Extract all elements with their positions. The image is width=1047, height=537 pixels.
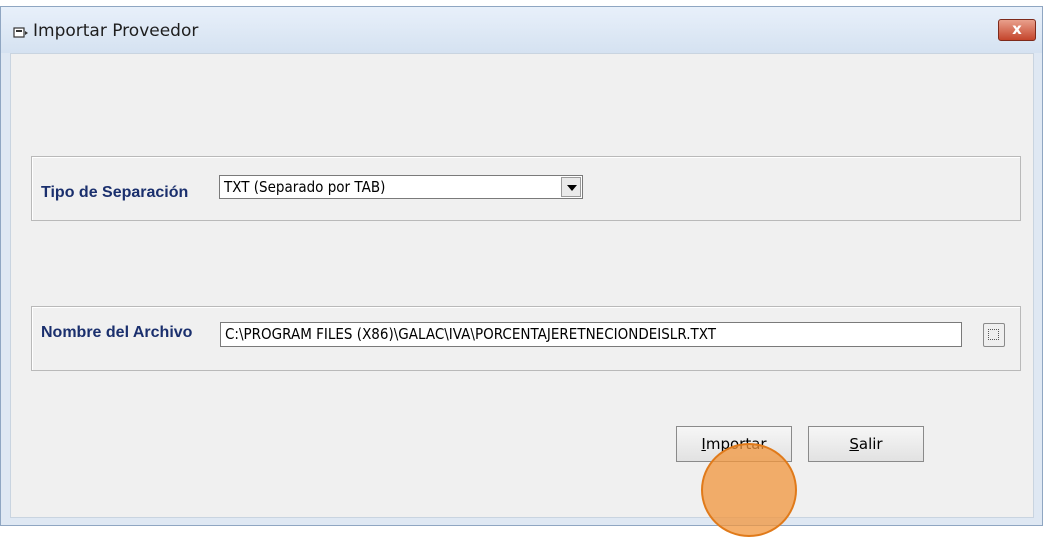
file-name-label: Nombre del Archivo: [41, 324, 193, 341]
window-title: Importar Proveedor: [33, 21, 199, 41]
separation-type-select[interactable]: TXT (Separado por TAB): [219, 175, 583, 199]
title-bar[interactable]: Importar Proveedor x: [1, 7, 1042, 53]
file-path-input[interactable]: C:\PROGRAM FILES (X86)\GALAC\IVA\PORCENT…: [220, 322, 962, 347]
chevron-down-icon[interactable]: [561, 177, 581, 197]
exit-label-rest: alir: [858, 435, 883, 453]
file-group: Nombre del Archivo C:\PROGRAM FILES (X86…: [31, 306, 1021, 371]
exit-accelerator: S: [849, 435, 859, 453]
browse-icon: [988, 329, 999, 340]
import-label-rest: mportar: [705, 435, 767, 453]
browse-button[interactable]: [983, 323, 1005, 347]
exit-button[interactable]: Salir: [808, 426, 924, 462]
separation-label: Tipo de Separación: [41, 184, 189, 201]
file-path-value: C:\PROGRAM FILES (X86)\GALAC\IVA\PORCENT…: [225, 325, 717, 343]
separation-type-value: TXT (Separado por TAB): [224, 178, 386, 196]
close-button[interactable]: x: [998, 19, 1036, 41]
separation-group: Tipo de Separación TXT (Separado por TAB…: [31, 156, 1021, 221]
close-icon: x: [1012, 20, 1022, 38]
import-button[interactable]: Importar: [676, 426, 792, 462]
window-app-icon: [13, 27, 28, 38]
